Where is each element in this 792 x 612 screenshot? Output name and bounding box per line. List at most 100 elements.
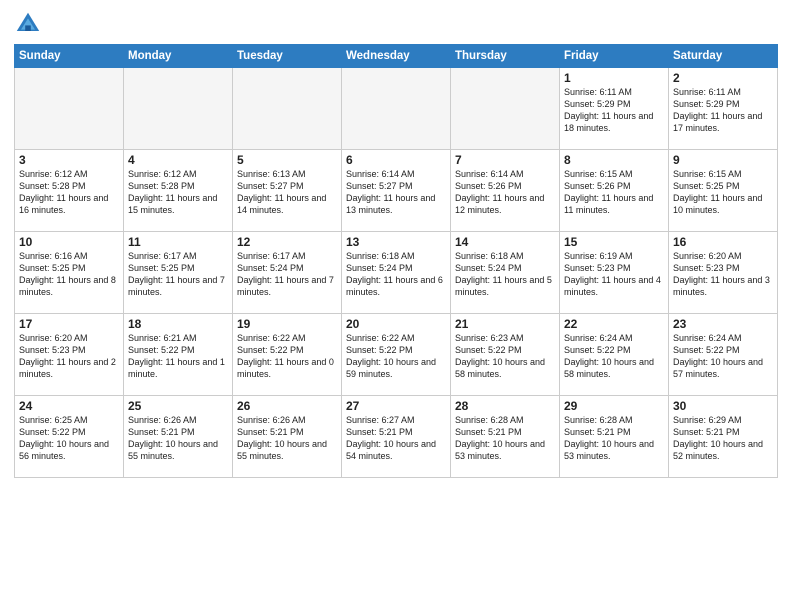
day-number: 13 — [346, 235, 446, 249]
day-number: 27 — [346, 399, 446, 413]
day-number: 7 — [455, 153, 555, 167]
day-number: 2 — [673, 71, 773, 85]
day-number: 6 — [346, 153, 446, 167]
cell-info: Sunrise: 6:22 AM Sunset: 5:22 PM Dayligh… — [237, 332, 337, 381]
cell-info: Sunrise: 6:18 AM Sunset: 5:24 PM Dayligh… — [455, 250, 555, 299]
day-number: 16 — [673, 235, 773, 249]
day-number: 9 — [673, 153, 773, 167]
cell-info: Sunrise: 6:11 AM Sunset: 5:29 PM Dayligh… — [673, 86, 773, 135]
logo-icon — [14, 10, 42, 38]
cell-info: Sunrise: 6:12 AM Sunset: 5:28 PM Dayligh… — [128, 168, 228, 217]
cell-info: Sunrise: 6:26 AM Sunset: 5:21 PM Dayligh… — [128, 414, 228, 463]
cell-info: Sunrise: 6:20 AM Sunset: 5:23 PM Dayligh… — [19, 332, 119, 381]
cell-info: Sunrise: 6:18 AM Sunset: 5:24 PM Dayligh… — [346, 250, 446, 299]
calendar-cell: 23Sunrise: 6:24 AM Sunset: 5:22 PM Dayli… — [669, 314, 778, 396]
calendar-cell: 21Sunrise: 6:23 AM Sunset: 5:22 PM Dayli… — [451, 314, 560, 396]
cell-info: Sunrise: 6:28 AM Sunset: 5:21 PM Dayligh… — [564, 414, 664, 463]
calendar-cell: 27Sunrise: 6:27 AM Sunset: 5:21 PM Dayli… — [342, 396, 451, 478]
calendar-cell: 9Sunrise: 6:15 AM Sunset: 5:25 PM Daylig… — [669, 150, 778, 232]
calendar-cell: 7Sunrise: 6:14 AM Sunset: 5:26 PM Daylig… — [451, 150, 560, 232]
calendar-cell: 12Sunrise: 6:17 AM Sunset: 5:24 PM Dayli… — [233, 232, 342, 314]
calendar-cell: 14Sunrise: 6:18 AM Sunset: 5:24 PM Dayli… — [451, 232, 560, 314]
calendar-cell: 30Sunrise: 6:29 AM Sunset: 5:21 PM Dayli… — [669, 396, 778, 478]
cell-info: Sunrise: 6:28 AM Sunset: 5:21 PM Dayligh… — [455, 414, 555, 463]
day-number: 14 — [455, 235, 555, 249]
cell-info: Sunrise: 6:16 AM Sunset: 5:25 PM Dayligh… — [19, 250, 119, 299]
cell-info: Sunrise: 6:27 AM Sunset: 5:21 PM Dayligh… — [346, 414, 446, 463]
dow-header: Tuesday — [233, 45, 342, 68]
dow-header: Sunday — [15, 45, 124, 68]
calendar-week-row: 3Sunrise: 6:12 AM Sunset: 5:28 PM Daylig… — [15, 150, 778, 232]
day-number: 3 — [19, 153, 119, 167]
cell-info: Sunrise: 6:22 AM Sunset: 5:22 PM Dayligh… — [346, 332, 446, 381]
page: SundayMondayTuesdayWednesdayThursdayFrid… — [0, 0, 792, 488]
calendar-cell: 28Sunrise: 6:28 AM Sunset: 5:21 PM Dayli… — [451, 396, 560, 478]
calendar-cell: 25Sunrise: 6:26 AM Sunset: 5:21 PM Dayli… — [124, 396, 233, 478]
cell-info: Sunrise: 6:21 AM Sunset: 5:22 PM Dayligh… — [128, 332, 228, 381]
cell-info: Sunrise: 6:13 AM Sunset: 5:27 PM Dayligh… — [237, 168, 337, 217]
day-number: 29 — [564, 399, 664, 413]
dow-header: Friday — [560, 45, 669, 68]
day-number: 12 — [237, 235, 337, 249]
day-number: 28 — [455, 399, 555, 413]
day-number: 19 — [237, 317, 337, 331]
calendar-cell: 19Sunrise: 6:22 AM Sunset: 5:22 PM Dayli… — [233, 314, 342, 396]
calendar-cell: 29Sunrise: 6:28 AM Sunset: 5:21 PM Dayli… — [560, 396, 669, 478]
calendar-cell: 10Sunrise: 6:16 AM Sunset: 5:25 PM Dayli… — [15, 232, 124, 314]
cell-info: Sunrise: 6:11 AM Sunset: 5:29 PM Dayligh… — [564, 86, 664, 135]
calendar-cell: 2Sunrise: 6:11 AM Sunset: 5:29 PM Daylig… — [669, 68, 778, 150]
day-number: 1 — [564, 71, 664, 85]
day-number: 24 — [19, 399, 119, 413]
cell-info: Sunrise: 6:23 AM Sunset: 5:22 PM Dayligh… — [455, 332, 555, 381]
day-number: 8 — [564, 153, 664, 167]
calendar-cell: 26Sunrise: 6:26 AM Sunset: 5:21 PM Dayli… — [233, 396, 342, 478]
day-number: 15 — [564, 235, 664, 249]
day-number: 25 — [128, 399, 228, 413]
calendar-cell: 20Sunrise: 6:22 AM Sunset: 5:22 PM Dayli… — [342, 314, 451, 396]
day-number: 20 — [346, 317, 446, 331]
logo — [14, 10, 46, 38]
day-of-week-row: SundayMondayTuesdayWednesdayThursdayFrid… — [15, 45, 778, 68]
cell-info: Sunrise: 6:24 AM Sunset: 5:22 PM Dayligh… — [673, 332, 773, 381]
cell-info: Sunrise: 6:24 AM Sunset: 5:22 PM Dayligh… — [564, 332, 664, 381]
header — [14, 10, 778, 38]
cell-info: Sunrise: 6:14 AM Sunset: 5:27 PM Dayligh… — [346, 168, 446, 217]
calendar-week-row: 17Sunrise: 6:20 AM Sunset: 5:23 PM Dayli… — [15, 314, 778, 396]
calendar-cell: 1Sunrise: 6:11 AM Sunset: 5:29 PM Daylig… — [560, 68, 669, 150]
cell-info: Sunrise: 6:15 AM Sunset: 5:25 PM Dayligh… — [673, 168, 773, 217]
cell-info: Sunrise: 6:14 AM Sunset: 5:26 PM Dayligh… — [455, 168, 555, 217]
cell-info: Sunrise: 6:26 AM Sunset: 5:21 PM Dayligh… — [237, 414, 337, 463]
calendar-cell — [451, 68, 560, 150]
calendar-cell: 11Sunrise: 6:17 AM Sunset: 5:25 PM Dayli… — [124, 232, 233, 314]
cell-info: Sunrise: 6:19 AM Sunset: 5:23 PM Dayligh… — [564, 250, 664, 299]
calendar-cell: 22Sunrise: 6:24 AM Sunset: 5:22 PM Dayli… — [560, 314, 669, 396]
calendar-cell: 8Sunrise: 6:15 AM Sunset: 5:26 PM Daylig… — [560, 150, 669, 232]
calendar-cell — [15, 68, 124, 150]
day-number: 5 — [237, 153, 337, 167]
calendar-week-row: 1Sunrise: 6:11 AM Sunset: 5:29 PM Daylig… — [15, 68, 778, 150]
day-number: 18 — [128, 317, 228, 331]
calendar-week-row: 24Sunrise: 6:25 AM Sunset: 5:22 PM Dayli… — [15, 396, 778, 478]
calendar-cell: 24Sunrise: 6:25 AM Sunset: 5:22 PM Dayli… — [15, 396, 124, 478]
cell-info: Sunrise: 6:12 AM Sunset: 5:28 PM Dayligh… — [19, 168, 119, 217]
day-number: 11 — [128, 235, 228, 249]
day-number: 22 — [564, 317, 664, 331]
calendar-cell: 17Sunrise: 6:20 AM Sunset: 5:23 PM Dayli… — [15, 314, 124, 396]
calendar-cell — [124, 68, 233, 150]
calendar-cell: 5Sunrise: 6:13 AM Sunset: 5:27 PM Daylig… — [233, 150, 342, 232]
day-number: 26 — [237, 399, 337, 413]
calendar-cell: 16Sunrise: 6:20 AM Sunset: 5:23 PM Dayli… — [669, 232, 778, 314]
day-number: 23 — [673, 317, 773, 331]
calendar-cell: 15Sunrise: 6:19 AM Sunset: 5:23 PM Dayli… — [560, 232, 669, 314]
calendar-cell: 18Sunrise: 6:21 AM Sunset: 5:22 PM Dayli… — [124, 314, 233, 396]
cell-info: Sunrise: 6:17 AM Sunset: 5:24 PM Dayligh… — [237, 250, 337, 299]
calendar-cell — [342, 68, 451, 150]
calendar-cell: 4Sunrise: 6:12 AM Sunset: 5:28 PM Daylig… — [124, 150, 233, 232]
cell-info: Sunrise: 6:15 AM Sunset: 5:26 PM Dayligh… — [564, 168, 664, 217]
calendar-week-row: 10Sunrise: 6:16 AM Sunset: 5:25 PM Dayli… — [15, 232, 778, 314]
day-number: 17 — [19, 317, 119, 331]
calendar-cell: 13Sunrise: 6:18 AM Sunset: 5:24 PM Dayli… — [342, 232, 451, 314]
cell-info: Sunrise: 6:29 AM Sunset: 5:21 PM Dayligh… — [673, 414, 773, 463]
cell-info: Sunrise: 6:25 AM Sunset: 5:22 PM Dayligh… — [19, 414, 119, 463]
calendar-body: 1Sunrise: 6:11 AM Sunset: 5:29 PM Daylig… — [15, 68, 778, 478]
